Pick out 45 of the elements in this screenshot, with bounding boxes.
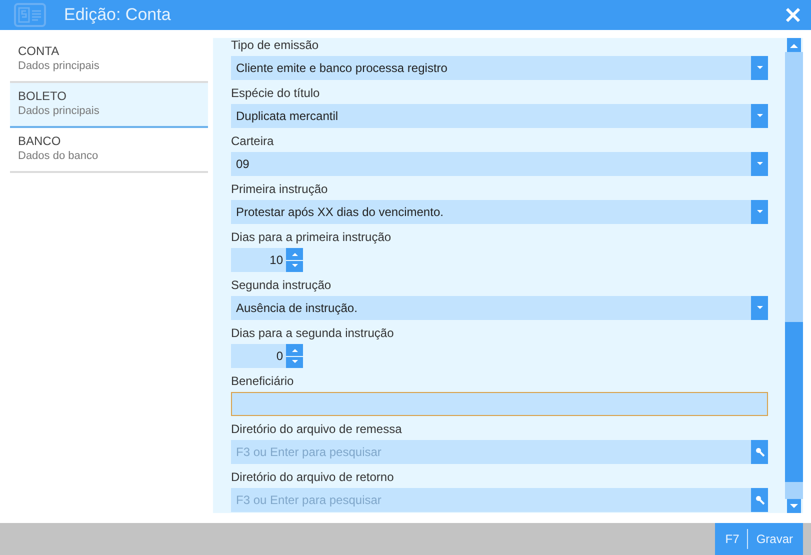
scroll-thumb[interactable] xyxy=(785,322,803,482)
increment-button[interactable] xyxy=(286,344,303,356)
decrement-button[interactable] xyxy=(286,260,303,272)
money-document-icon xyxy=(14,3,46,27)
increment-button[interactable] xyxy=(286,248,303,260)
up-arrow-icon xyxy=(292,252,298,256)
up-arrow-icon xyxy=(292,348,298,352)
field-label: Carteira xyxy=(231,133,275,150)
sidebar-item[interactable]: BOLETO Dados principais xyxy=(10,83,208,128)
field-label: Diretório do arquivo de retorno xyxy=(231,469,395,486)
text-field[interactable] xyxy=(231,392,768,416)
dropdown[interactable]: Ausência de instrução. xyxy=(231,296,768,320)
section-title: BANCO xyxy=(18,134,62,148)
field-label: Diretório do arquivo de remessa xyxy=(231,421,403,438)
dropdown[interactable]: Cliente emite e banco processa registro xyxy=(231,56,768,80)
field-label: Segunda instrução xyxy=(231,277,332,294)
scrollbar[interactable] xyxy=(785,38,803,513)
number-field[interactable]: 0 xyxy=(231,344,286,368)
number-field[interactable]: 10 xyxy=(231,248,286,272)
field-label: Dias para a primeira instrução xyxy=(231,229,392,246)
section-title: BOLETO xyxy=(18,89,68,103)
scroll-down-icon[interactable] xyxy=(787,499,801,513)
sidebar-item[interactable]: BANCO Dados do banco xyxy=(10,128,208,173)
field-label: Primeira instrução xyxy=(231,181,329,198)
scroll-up-icon[interactable] xyxy=(787,38,801,52)
down-arrow-icon xyxy=(292,264,298,268)
field-label: Espécie do título xyxy=(231,85,321,102)
search-field[interactable]: F3 ou Enter para pesquisar xyxy=(231,488,751,512)
field-label: Beneficiário xyxy=(231,373,295,390)
section-subtitle: Dados principais xyxy=(18,105,100,117)
search-icon[interactable] xyxy=(751,440,768,464)
section-title: CONTA xyxy=(18,44,60,58)
section-subtitle: Dados principais xyxy=(18,60,100,72)
dropdown[interactable]: Duplicata mercantil xyxy=(231,104,768,128)
dropdown[interactable]: 09 xyxy=(231,152,768,176)
search-icon[interactable] xyxy=(751,488,768,512)
close-button[interactable] xyxy=(785,7,801,23)
decrement-button[interactable] xyxy=(286,356,303,368)
section-subtitle: Dados do banco xyxy=(18,150,100,162)
field-label: Dias para a segunda instrução xyxy=(231,325,395,342)
search-field[interactable]: F3 ou Enter para pesquisar xyxy=(231,440,751,464)
down-arrow-icon xyxy=(292,360,298,364)
dropdown[interactable]: Protestar após XX dias do vencimento. xyxy=(231,200,768,224)
window-title: Edição: Conta xyxy=(64,5,172,25)
field-label: Tipo de emissão xyxy=(231,37,320,54)
